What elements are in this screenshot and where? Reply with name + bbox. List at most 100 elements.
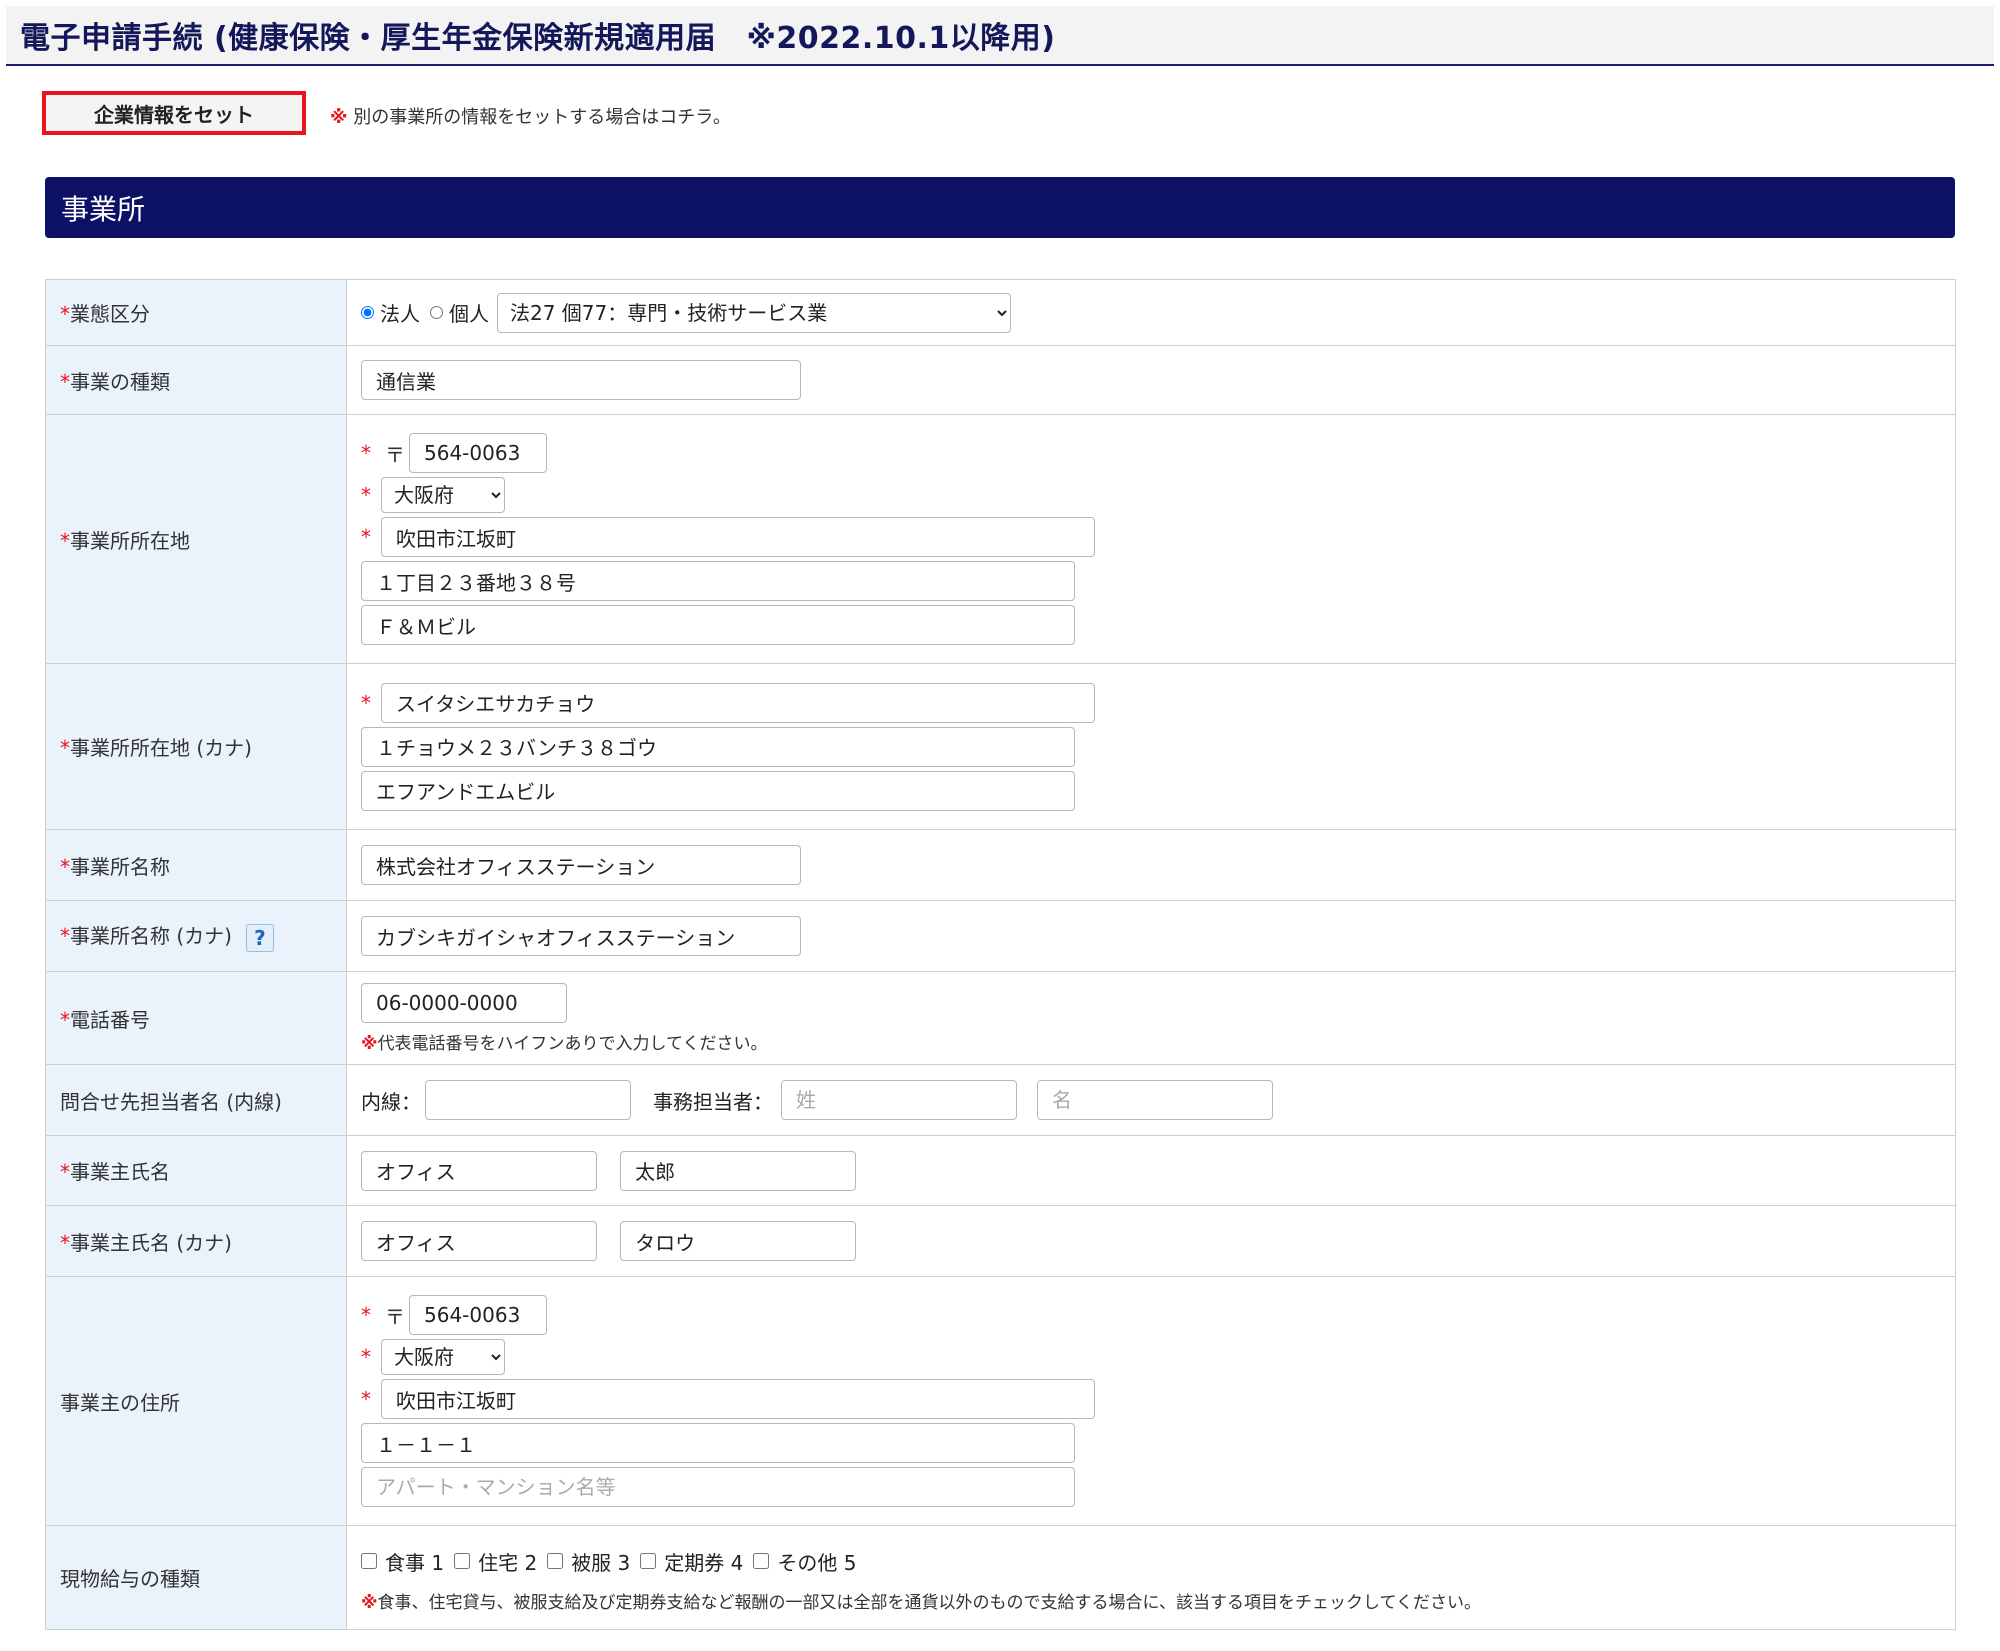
label-cell: *事業主氏名 (カナ) [45, 1205, 347, 1277]
value-cell [346, 1135, 1956, 1206]
value-cell [346, 1205, 1956, 1277]
checkbox-meal-input[interactable] [361, 1553, 377, 1569]
note-mark: ※ [361, 1033, 378, 1054]
checkbox-other-label: その他 5 [777, 1550, 857, 1575]
office-kana-line2-input[interactable] [361, 770, 1075, 811]
label-cell: 問合せ先担当者名 (内線) [45, 1064, 347, 1136]
required-star: * [60, 854, 70, 879]
label-cell: 現物給与の種類 [45, 1525, 347, 1630]
checkbox-housing-label: 住宅 2 [478, 1550, 538, 1575]
postal-mark: 〒 [385, 442, 405, 467]
required-star: * [60, 302, 70, 326]
office-name-label: 事業所名称 [70, 854, 170, 879]
in-kind-hint-text: 食事、住宅貸与、被服支給及び定期券支給など報酬の一部又は全部を通貨以外のもので支… [377, 1592, 1481, 1613]
postal-mark: 〒 [385, 1304, 405, 1329]
checkbox-meal[interactable]: 食事 1 [361, 1547, 444, 1576]
owner-city-input[interactable] [381, 1379, 1095, 1419]
office-name-input[interactable] [361, 845, 801, 885]
required-star: * [60, 736, 70, 760]
owner-first-name-input[interactable] [620, 1150, 857, 1191]
office-name-kana-input[interactable] [361, 916, 801, 956]
value-cell: * 〒 * 大阪府 * [346, 414, 1956, 664]
phone-hint-text: 代表電話番号をハイフンありで入力してください。 [377, 1033, 768, 1054]
owner-last-name-kana-input[interactable] [361, 1221, 597, 1261]
owner-postal-input[interactable] [409, 1295, 547, 1335]
help-icon[interactable]: ? [245, 923, 274, 952]
office-kana-city-input[interactable] [381, 682, 1095, 723]
required-star: * [361, 1387, 371, 1411]
required-star: * [361, 441, 371, 465]
required-star: * [60, 1160, 70, 1184]
label-cell: *事業所所在地 [45, 414, 347, 664]
business-kind-input[interactable] [361, 360, 801, 400]
required-star: * [60, 924, 70, 949]
required-star: * [60, 1007, 70, 1032]
checkbox-clothing[interactable]: 被服 3 [547, 1547, 630, 1576]
industry-select[interactable]: 法27 個77：専門・技術サービス業 [497, 292, 1011, 333]
section-title: 事業所 [61, 192, 146, 226]
office-line2-input[interactable] [361, 605, 1075, 645]
staff-first-name-input[interactable] [1037, 1080, 1273, 1120]
extension-input[interactable] [425, 1080, 631, 1120]
owner-last-name-input[interactable] [361, 1150, 597, 1191]
office-address-label: 事業所所在地 [70, 528, 190, 553]
label-cell: *事業の種類 [45, 345, 347, 415]
owner-line2-input[interactable] [361, 1467, 1075, 1507]
value-cell: 食事 1 住宅 2 被服 3 定期券 4 その他 5 ※食事、住宅貸与、被服支給… [346, 1525, 1956, 1630]
checkbox-commuter-pass-label: 定期券 4 [664, 1550, 744, 1575]
office-line1-input[interactable] [361, 561, 1075, 601]
owner-name-kana-label: 事業主氏名 (カナ) [70, 1230, 232, 1255]
value-cell: * [346, 663, 1956, 830]
office-form: *業態区分 法人 個人 法27 個77：専門・技術サービス業 *事業の種類 *事… [45, 279, 1956, 1630]
owner-first-name-kana-input[interactable] [620, 1221, 857, 1261]
label-cell: 事業主の住所 [45, 1276, 347, 1526]
radio-corporate-label: 法人 [380, 302, 420, 326]
required-star: * [60, 528, 70, 553]
required-star: * [60, 1230, 70, 1255]
checkbox-commuter-pass-input[interactable] [640, 1553, 657, 1569]
value-cell: ※代表電話番号をハイフンありで入力してください。 [346, 971, 1956, 1065]
checkbox-commuter-pass[interactable]: 定期券 4 [640, 1547, 743, 1576]
checkbox-other[interactable]: その他 5 [753, 1547, 856, 1576]
office-kana-line1-input[interactable] [361, 726, 1075, 767]
value-cell: * 〒 * 大阪府 * [346, 1276, 1956, 1526]
row-phone: *電話番号 ※代表電話番号をハイフンありで入力してください。 [45, 971, 1956, 1065]
extension-label: 内線： [361, 1089, 421, 1114]
contact-label: 問合せ先担当者名 (内線) [60, 1089, 282, 1114]
row-office-name: *事業所名称 [45, 829, 1956, 901]
set-company-info-button[interactable]: 企業情報をセット [42, 91, 306, 135]
set-note-text: 別の事業所の情報をセットする場合はコチラ。 [353, 107, 731, 128]
checkbox-housing-input[interactable] [454, 1553, 471, 1569]
owner-prefecture-select[interactable]: 大阪府 [381, 1339, 505, 1375]
business-type-label: 業態区分 [70, 302, 150, 326]
office-name-kana-label: 事業所名称 (カナ) [70, 924, 232, 949]
checkbox-housing[interactable]: 住宅 2 [454, 1547, 537, 1576]
label-cell: *事業所所在地 (カナ) [45, 663, 347, 830]
phone-label: 電話番号 [70, 1007, 150, 1032]
radio-corporate[interactable] [361, 306, 374, 319]
row-business-type: *業態区分 法人 個人 法27 個77：専門・技術サービス業 [45, 279, 1956, 346]
page-title: 電子申請手続 (健康保険・厚生年金保険新規適用届 ※2022.10.1以降用) [20, 21, 1056, 56]
checkbox-other-input[interactable] [753, 1553, 770, 1569]
required-star: * [361, 1345, 371, 1369]
checkbox-clothing-input[interactable] [547, 1553, 564, 1569]
radio-individual-label: 個人 [449, 302, 489, 326]
office-postal-input[interactable] [409, 433, 547, 473]
office-prefecture-select[interactable]: 大阪府 [381, 477, 505, 513]
required-star: * [361, 483, 371, 507]
office-city-input[interactable] [381, 517, 1095, 557]
required-star: * [60, 369, 70, 394]
row-owner-address: 事業主の住所 * 〒 * 大阪府 * [45, 1276, 1956, 1526]
owner-line1-input[interactable] [361, 1423, 1075, 1463]
set-note: ※ 別の事業所の情報をセットする場合はコチラ。 [330, 103, 731, 129]
row-in-kind: 現物給与の種類 食事 1 住宅 2 被服 3 定期券 4 その他 5 ※食事、住… [45, 1525, 1956, 1630]
label-cell: *事業所名称 [45, 829, 347, 901]
label-cell: *業態区分 [45, 279, 347, 346]
staff-last-name-input[interactable] [781, 1080, 1017, 1120]
phone-input[interactable] [361, 982, 567, 1023]
value-cell [346, 900, 1956, 972]
radio-individual[interactable] [430, 306, 443, 319]
row-owner-name: *事業主氏名 [45, 1135, 1956, 1206]
value-cell [346, 345, 1956, 415]
row-owner-name-kana: *事業主氏名 (カナ) [45, 1205, 1956, 1277]
